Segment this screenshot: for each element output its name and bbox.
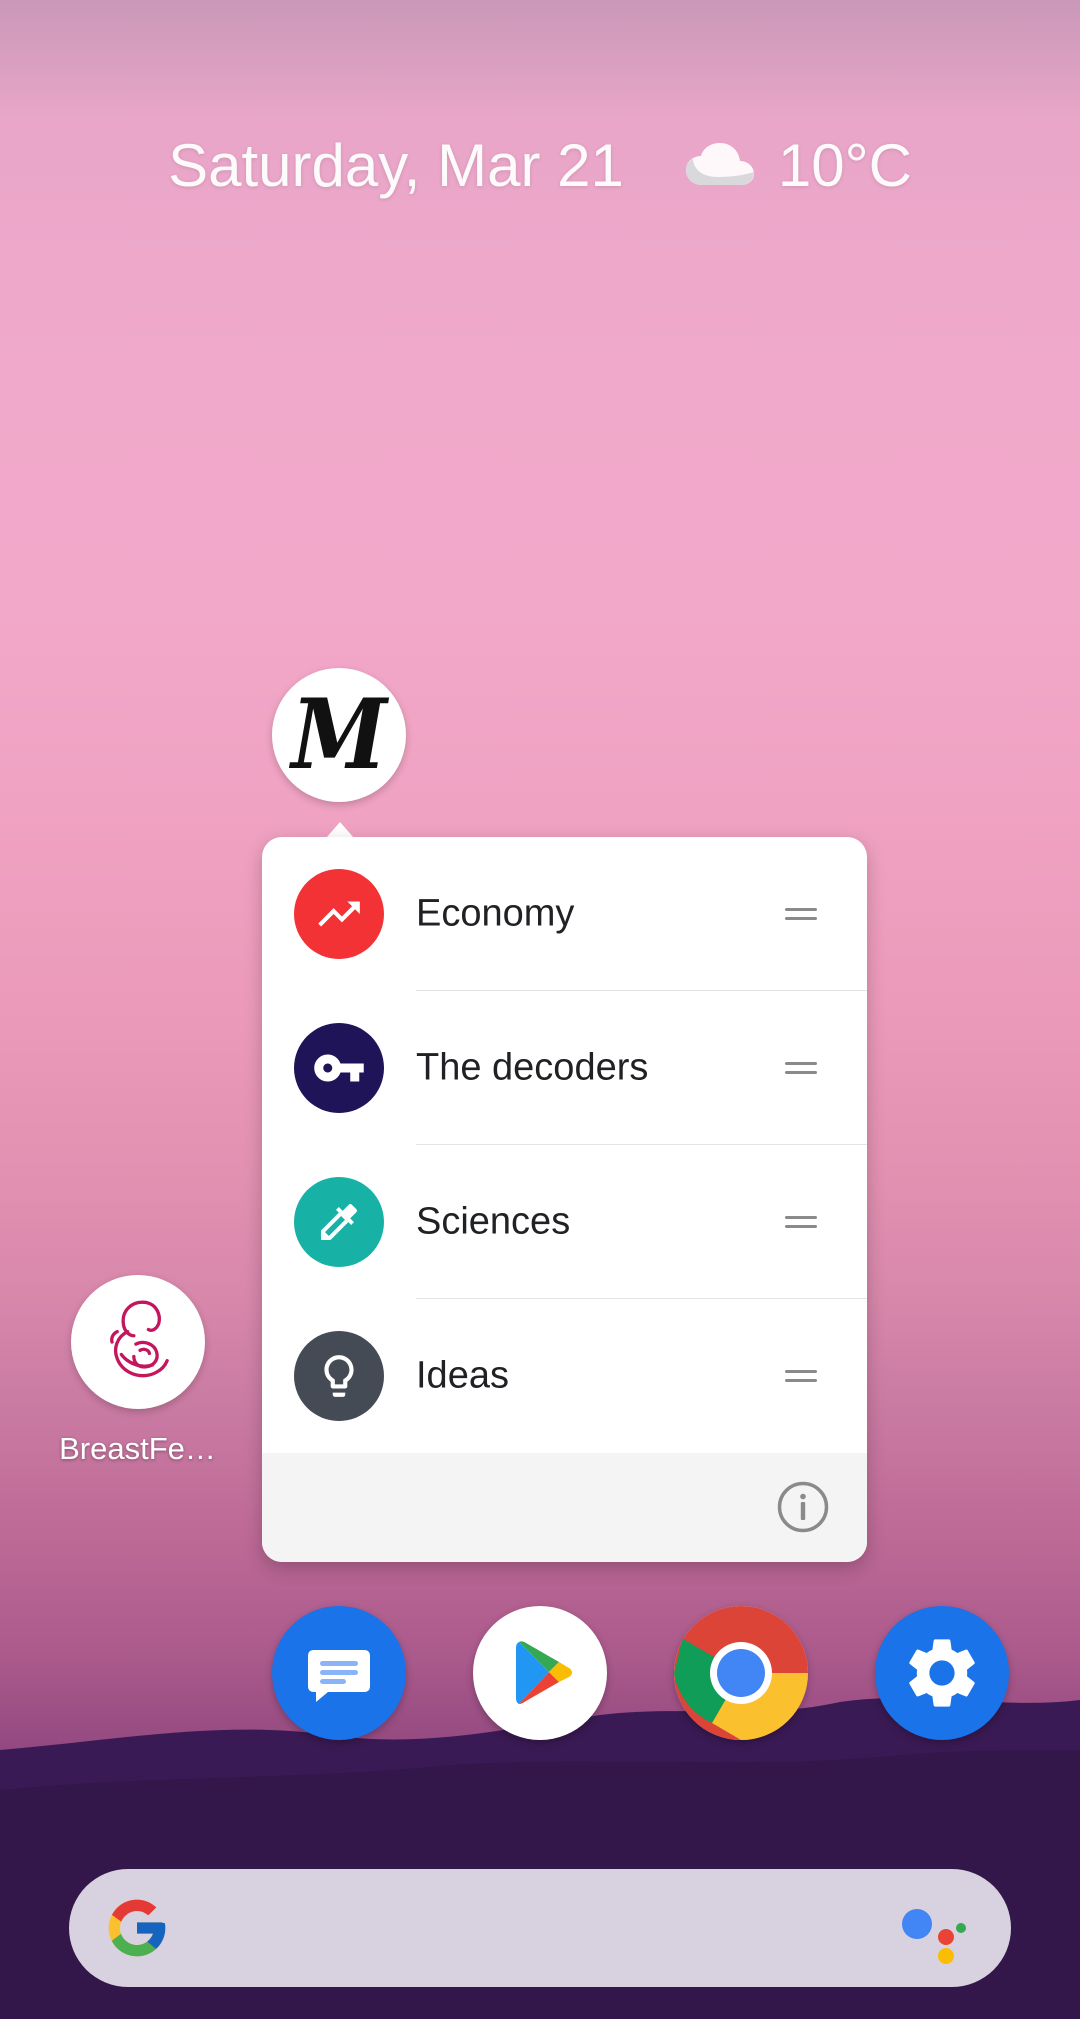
- home-app-label: BreastFe…: [59, 1431, 216, 1466]
- popup-arrow: [326, 822, 354, 838]
- cloud-icon: [685, 143, 754, 185]
- google-search-bar[interactable]: [69, 1869, 1011, 1987]
- at-a-glance[interactable]: Saturday, Mar 21 10°C: [0, 125, 1080, 205]
- info-icon[interactable]: [777, 1481, 829, 1533]
- dropper-icon: [294, 1177, 384, 1267]
- shortcut-label: Ideas: [416, 1354, 509, 1397]
- temperature-text: 10°C: [777, 131, 912, 199]
- app-shortcuts-popup: Economy The decoders Sciences Ideas: [262, 837, 867, 1562]
- le-monde-icon[interactable]: M: [272, 668, 406, 802]
- chrome-icon[interactable]: [674, 1606, 808, 1740]
- messages-icon[interactable]: [272, 1606, 406, 1740]
- drag-handle-icon[interactable]: [785, 1370, 817, 1382]
- play-store-icon[interactable]: [473, 1606, 607, 1740]
- drag-handle-icon[interactable]: [785, 908, 817, 920]
- shortcut-sciences[interactable]: Sciences: [262, 1145, 867, 1299]
- trending-up-icon: [294, 869, 384, 959]
- settings-icon[interactable]: [875, 1606, 1009, 1740]
- assistant-icon[interactable]: [899, 1902, 969, 1964]
- lightbulb-icon: [294, 1331, 384, 1421]
- home-screen: Saturday, Mar 21 10°C M Economy The deco…: [0, 0, 1080, 2019]
- shortcut-label: The decoders: [416, 1046, 649, 1089]
- key-icon: [294, 1023, 384, 1113]
- shortcut-label: Economy: [416, 892, 575, 935]
- breastfeeding-icon: [70, 1275, 205, 1409]
- shortcut-the-decoders[interactable]: The decoders: [262, 991, 867, 1145]
- le-monde-monogram: M: [291, 678, 387, 791]
- drag-handle-icon[interactable]: [785, 1062, 817, 1074]
- weather[interactable]: 10°C: [684, 131, 912, 200]
- popup-footer: [262, 1453, 867, 1562]
- shortcut-ideas[interactable]: Ideas: [262, 1299, 867, 1453]
- google-g-icon[interactable]: [103, 1894, 171, 1962]
- home-app-breastfeeding[interactable]: BreastFe…: [50, 1275, 225, 1467]
- date-text[interactable]: Saturday, Mar 21: [168, 131, 624, 200]
- shortcut-economy[interactable]: Economy: [262, 837, 867, 991]
- shortcut-label: Sciences: [416, 1200, 571, 1243]
- drag-handle-icon[interactable]: [785, 1216, 817, 1228]
